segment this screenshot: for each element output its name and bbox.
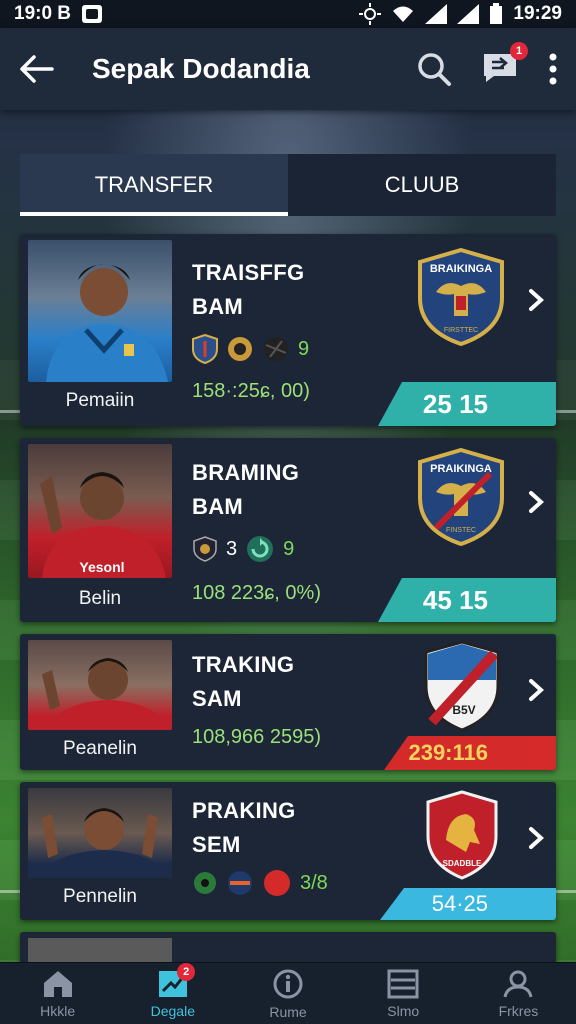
card-title-line2: SAM [192,686,242,711]
icon-count: 9 [283,537,295,560]
back-arrow-icon[interactable] [18,54,54,84]
card-title-line2: BAM [192,294,244,319]
battery-icon [490,3,503,24]
signal-icon-2 [457,4,480,24]
crest-text: SDADBLE [443,859,482,868]
refresh-icon [247,536,274,562]
wifi-icon [393,6,414,22]
card-title-line1: TRAKING [192,652,295,677]
list-icon [387,969,419,998]
icon-extra-count: 3 [226,537,238,560]
transfer-card[interactable]: Yesonl Belin BRAMING BAM 3 9 108 223ɕ, 0… [20,438,556,622]
chevron-right-icon[interactable] [528,288,544,312]
bottom-navigation: Hkkle Degale 2 Rume Slmo Frkres [0,962,576,1024]
chevron-right-icon[interactable] [528,678,544,702]
tab-club[interactable]: CLUUB [288,154,556,216]
player-photo [28,788,172,878]
page-title: Sepak Dodandia [92,53,310,84]
notification-badge: 1 [510,41,528,60]
notification-app-icon [82,5,103,23]
brightness-icon [359,3,382,25]
eagle-crest-crossed-icon: PRAIKINGA FINSTEC [418,448,504,546]
player-name: Pennelin [63,886,137,907]
status-time-left: 19:0 B [14,3,72,24]
transfer-card[interactable]: Peanelin TRAKING SAM 108,966 2595) B5V 2… [20,634,556,770]
red-ball-icon [264,870,290,896]
score-badge: 54·25 [380,888,556,920]
ball-icon [264,337,288,361]
home-icon [43,970,72,997]
nav-rume[interactable]: Rume [230,963,345,1024]
status-time-right: 19:29 [513,3,562,24]
player-name: Pemaiin [65,390,135,411]
player-photo [28,240,172,382]
nav-label: Degale [150,1002,195,1019]
crest-sublabel: FIRSTTEC [444,327,478,334]
nav-badge: 2 [177,963,196,981]
eagle-crest-icon: BRAIKINGA FIRSTTEC [418,248,504,346]
card-title-line1: PRAKING [192,798,296,823]
card-title-line1: TRAISFFG [192,260,305,285]
nav-label: Slmo [387,1002,420,1019]
crest-text: B5V [452,703,475,717]
crest-label: BRAIKINGA [430,263,492,275]
crest-label: PRAIKINGA [430,463,492,475]
nav-frkres[interactable]: Frkres [461,963,576,1024]
score-badge: 25 15 [378,382,556,426]
icon-count: 9 [298,337,310,360]
nav-label: Hkkle [40,1002,76,1019]
card-stat: 108,966 2595) [192,726,322,748]
transfer-card[interactable]: Pennelin PRAKING SEM 3/8 SDADBLE 54·25 [20,782,556,920]
nav-label: Rume [269,1003,307,1020]
transfer-card[interactable]: Pemaiin TRAISFFG BAM 9 158·:25ɕ, 00) BRA… [20,234,556,426]
profile-icon [503,970,533,997]
search-icon[interactable] [416,51,452,87]
card-stat: 108 223ɕ, 0%) [192,582,321,604]
player-photo [28,640,172,730]
card-title-line2: SEM [192,832,241,857]
nav-slmo[interactable]: Slmo [346,963,461,1024]
status-bar: 19:0 B 19:29 [0,0,576,28]
ball-icon [228,871,252,895]
card-stat: 158·:25ɕ, 00) [192,380,310,402]
lion-crest-icon: SDADBLE [426,790,498,880]
chevron-right-icon[interactable] [528,826,544,850]
card-title-line1: BRAMING [192,460,300,485]
player-name: Peanelin [63,738,137,759]
shield-icon [192,334,218,364]
icon-count: 3/8 [300,871,328,894]
crest-sublabel: FINSTEC [446,527,476,534]
messages-button[interactable]: 1 [482,41,528,89]
card-title-line2: BAM [192,494,244,519]
nav-degale[interactable]: Degale 2 [115,963,230,1024]
player-photo: Yesonl [28,444,172,578]
app-bar: Sepak Dodandia 1 [0,28,576,110]
chevron-right-icon[interactable] [528,490,544,514]
lion-icon [228,337,252,361]
info-icon [273,969,303,998]
player-name: Belin [78,588,122,609]
crest-small-icon [193,536,217,562]
svg-text:Yesonl: Yesonl [79,559,124,575]
score-badge: 239:116 [384,736,556,770]
signal-icon [425,4,448,24]
nav-label: Frkres [498,1002,539,1019]
whistle-icon [194,872,216,894]
club-crest-icon: B5V [424,640,500,732]
tab-bar: TRANSFER CLUUB [20,154,556,216]
nav-home[interactable]: Hkkle [0,963,115,1024]
score-badge: 45 15 [378,578,556,622]
more-vert-icon[interactable] [548,53,558,85]
tab-transfer[interactable]: TRANSFER [20,154,288,216]
